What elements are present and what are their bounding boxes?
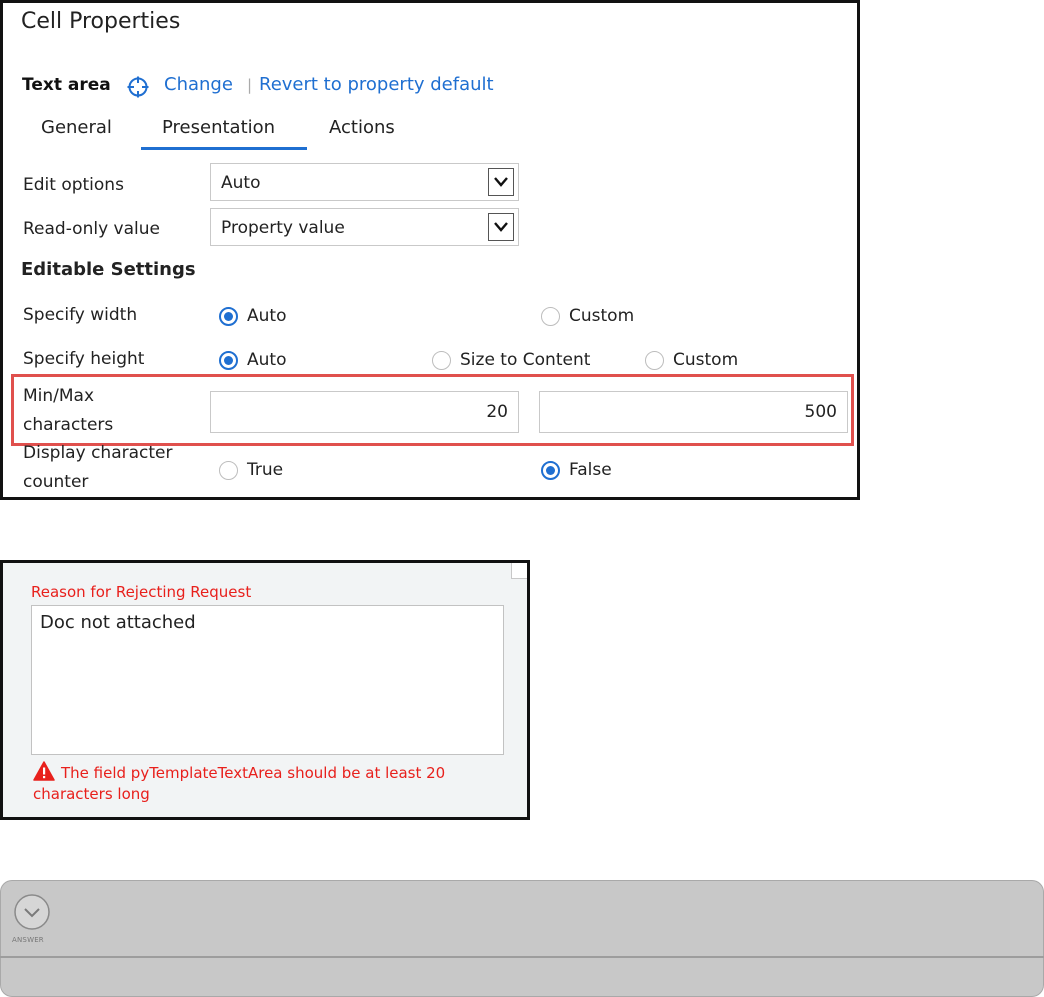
control-type-label: Text area <box>22 75 111 95</box>
width-auto-radio[interactable] <box>219 307 238 326</box>
validation-error-line2: characters long <box>33 785 150 803</box>
height-auto-label: Auto <box>247 350 287 370</box>
tab-actions[interactable]: Actions <box>329 117 395 138</box>
change-link[interactable]: Change <box>164 74 233 95</box>
revert-to-default-link[interactable]: Revert to property default <box>259 74 494 95</box>
width-custom-label: Custom <box>569 306 635 326</box>
height-auto-radio[interactable] <box>219 351 238 370</box>
counter-true-label: True <box>247 460 284 480</box>
reason-field-label: Reason for Rejecting Request <box>31 583 252 601</box>
answer-body <box>0 958 1044 997</box>
read-only-value-select[interactable]: Property value <box>210 208 519 246</box>
edit-options-label: Edit options <box>23 175 124 195</box>
active-tab-indicator <box>141 147 307 150</box>
crosshair-icon[interactable] <box>127 76 149 98</box>
chevron-down-icon[interactable] <box>488 168 514 196</box>
validation-error-line1: The field pyTemplateTextArea should be a… <box>61 764 446 782</box>
warning-icon <box>33 761 55 781</box>
counter-true-radio[interactable] <box>219 461 238 480</box>
height-size-to-content-label: Size to Content <box>460 350 591 370</box>
display-counter-label-line2: counter <box>23 472 89 492</box>
reason-textarea[interactable]: Doc not attached <box>31 605 504 755</box>
editable-settings-heading: Editable Settings <box>21 259 196 280</box>
answer-label: ANSWER <box>12 936 44 944</box>
max-characters-input[interactable]: 500 <box>539 391 848 433</box>
link-separator: | <box>247 76 253 94</box>
counter-false-label: False <box>569 460 612 480</box>
edit-options-value: Auto <box>221 173 261 193</box>
edit-options-select[interactable]: Auto <box>210 163 519 201</box>
answer-header[interactable]: ANSWER <box>0 880 1044 956</box>
height-size-to-content-radio[interactable] <box>432 351 451 370</box>
specify-width-label: Specify width <box>23 305 138 325</box>
min-max-label-line2: characters <box>23 415 114 435</box>
min-characters-input[interactable]: 20 <box>210 391 519 433</box>
height-custom-radio[interactable] <box>645 351 664 370</box>
read-only-value-value: Property value <box>221 218 345 238</box>
height-custom-label: Custom <box>673 350 739 370</box>
chevron-down-circle-icon[interactable] <box>12 892 52 932</box>
tab-presentation[interactable]: Presentation <box>162 117 275 138</box>
read-only-value-label: Read-only value <box>23 219 160 239</box>
counter-false-radio[interactable] <box>541 461 560 480</box>
tab-general[interactable]: General <box>41 117 112 138</box>
cell-properties-panel: Cell Properties Text area Change | Rever… <box>0 0 860 500</box>
panel-corner <box>511 563 527 579</box>
width-auto-label: Auto <box>247 306 287 326</box>
min-max-label-line1: Min/Max <box>23 386 95 406</box>
answer-bar: ANSWER <box>0 880 1044 997</box>
display-counter-label-line1: Display character <box>23 443 173 463</box>
validation-example-panel: Reason for Rejecting Request Doc not att… <box>0 560 530 820</box>
specify-height-label: Specify height <box>23 349 145 369</box>
panel-title: Cell Properties <box>21 9 181 34</box>
chevron-down-icon[interactable] <box>488 213 514 241</box>
width-custom-radio[interactable] <box>541 307 560 326</box>
